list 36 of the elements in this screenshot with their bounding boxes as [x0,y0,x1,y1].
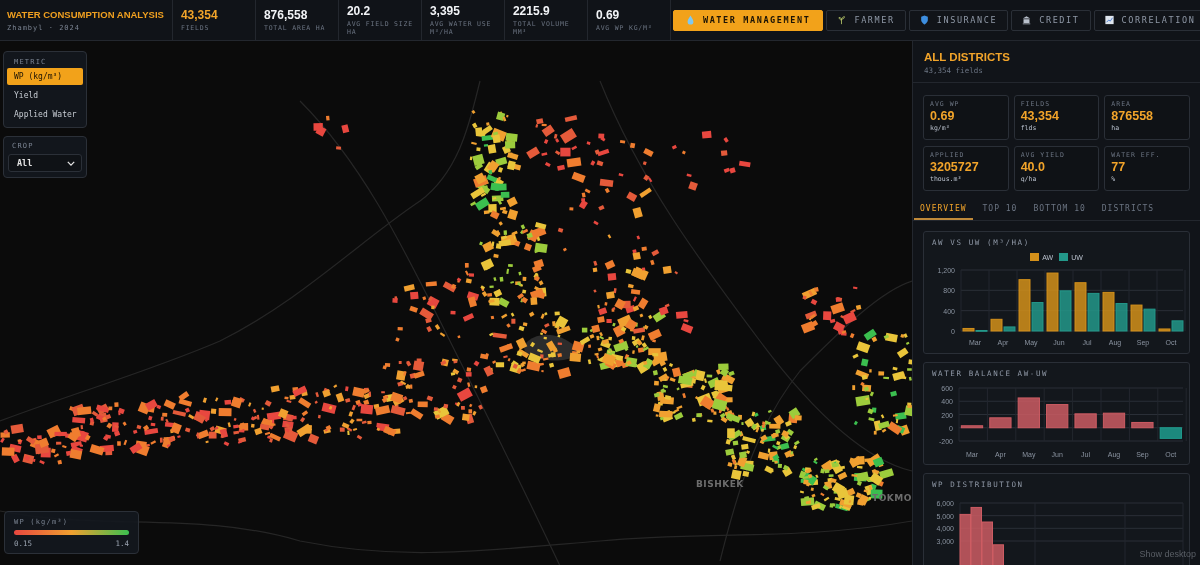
metric-option[interactable]: Yield [7,87,83,104]
stat-value: 2215.9 [512,4,551,18]
stat-value: 43,354 [180,8,219,22]
bank-icon [1022,15,1032,25]
metric-option[interactable]: WP (kg/m³) [7,68,83,85]
stat-value: 20.2 [346,4,372,18]
show-desktop-label: Show desktop [1139,549,1196,559]
chart-icon [1104,15,1114,25]
shield-icon [919,15,929,25]
panel-tab[interactable]: OVERVIEW [914,199,973,220]
droplet-icon [685,15,695,25]
sprout-icon [837,15,847,25]
kpi-value: 3205727 [930,160,980,174]
metric-option[interactable]: Applied Water [7,106,83,123]
kpi-value: 0.69 [930,109,956,123]
panel-tab[interactable]: BOTTOM 10 [1027,199,1092,220]
kpi-value: 876558 [1111,109,1155,123]
kpi-value: 40.0 [1020,160,1046,174]
map-place-label: TOKMO [872,493,912,503]
panel-title: ALL DISTRICTS [924,51,1012,63]
nav-tab[interactable]: CORRELATION [1093,9,1200,31]
nav-tab[interactable]: WATER MANAGEMENT [672,9,824,31]
nav-tab[interactable]: CREDIT [1011,9,1091,31]
map-place-label: BISHKEK [696,479,744,489]
panel-tab[interactable]: TOP 10 [976,199,1024,220]
stat-value: 876,558 [263,8,309,22]
kpi-value: 77 [1111,160,1127,174]
app-title: WATER CONSUMPTION ANALYSIS [7,8,164,21]
stat-value: 3,395 [429,4,461,18]
stat-value: 0.69 [595,8,621,22]
chevron-down-icon [67,160,75,166]
kpi-value: 43,354 [1020,109,1060,123]
panel-tab[interactable]: DISTRICTS [1095,199,1161,220]
nav-tab[interactable]: FARMER [826,9,906,31]
nav-tab[interactable]: INSURANCE [908,9,1009,31]
crop-select[interactable]: All [8,154,82,172]
